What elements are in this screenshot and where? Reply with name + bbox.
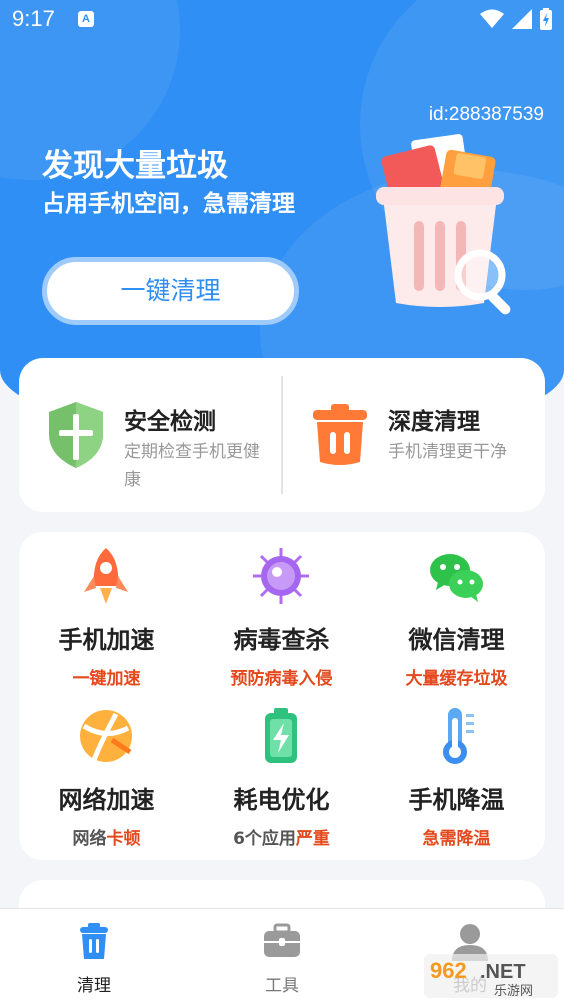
tool-name: 病毒查杀 xyxy=(233,626,330,654)
tool-phone-cooling[interactable]: 手机降温 急需降温 xyxy=(369,692,544,852)
status-bar: 9:17 A xyxy=(0,0,564,40)
trash-icon xyxy=(313,404,367,465)
tool-subtitle: 急需降温 xyxy=(422,829,491,849)
feature-desc: 手机清理更干净 xyxy=(388,442,507,462)
svg-text:.NET: .NET xyxy=(480,961,526,983)
page-title: 发现大量垃圾 xyxy=(42,148,228,184)
tool-name: 微信清理 xyxy=(408,626,505,654)
tool-name: 手机降温 xyxy=(408,786,505,814)
status-icons xyxy=(480,8,552,30)
battery-status-icon xyxy=(540,8,552,30)
notification-icon: A xyxy=(78,11,94,27)
rocket-icon xyxy=(84,548,128,604)
one-click-clean-button[interactable]: 一键清理 xyxy=(42,257,299,325)
tool-network-boost[interactable]: 网络加速 网络卡顿 xyxy=(19,692,194,852)
tool-wechat-clean[interactable]: 微信清理 大量缓存垃圾 xyxy=(369,532,544,692)
tool-name: 网络加速 xyxy=(58,786,155,814)
tool-virus-scan[interactable]: 病毒查杀 预防病毒入侵 xyxy=(194,532,369,692)
network-icon xyxy=(80,710,132,762)
security-check-item[interactable]: 安全检测 定期检查手机更健康 xyxy=(19,358,281,512)
wechat-icon xyxy=(430,554,483,602)
toolbox-icon xyxy=(264,923,300,957)
feature-title: 深度清理 xyxy=(388,409,480,435)
page-subtitle: 占用手机空间，急需清理 xyxy=(42,191,295,217)
svg-text:乐游网: 乐游网 xyxy=(494,984,533,999)
tool-subtitle: 大量缓存垃圾 xyxy=(405,669,508,689)
feature-card: 安全检测 定期检查手机更健康 深度清理 手机清理更干净 xyxy=(19,358,545,512)
clean-bin-icon xyxy=(80,923,108,959)
shield-icon xyxy=(49,402,103,468)
trash-bin-illustration xyxy=(376,134,511,315)
tool-subtitle: 预防病毒入侵 xyxy=(230,669,333,689)
battery-icon xyxy=(265,708,297,763)
watermark-logo: 962 .NET 乐游网 xyxy=(424,954,558,999)
thermometer-icon xyxy=(443,708,474,764)
nav-clean[interactable]: 清理 xyxy=(0,909,188,1004)
virus-icon xyxy=(253,548,309,604)
tool-subtitle: 6个应用严重 xyxy=(233,829,330,849)
feature-desc: 定期检查手机更健康 xyxy=(124,442,260,490)
feature-title: 安全检测 xyxy=(124,409,216,435)
tool-name: 耗电优化 xyxy=(233,786,330,814)
user-id: id:288387539 xyxy=(428,104,544,125)
nav-tools[interactable]: 工具 xyxy=(188,909,376,1004)
svg-text:962: 962 xyxy=(430,958,467,983)
tools-card: 手机加速 一键加速 病毒查杀 预防病毒入侵 微信清理 大量缓存垃圾 网络加速 网… xyxy=(19,532,545,860)
nav-label: 清理 xyxy=(77,976,111,996)
tool-subtitle: 网络卡顿 xyxy=(72,829,141,849)
wifi-icon xyxy=(480,9,504,28)
deep-clean-item[interactable]: 深度清理 手机清理更干净 xyxy=(283,358,545,512)
status-time: 9:17 xyxy=(12,6,55,31)
tool-phone-boost[interactable]: 手机加速 一键加速 xyxy=(19,532,194,692)
nav-label: 工具 xyxy=(265,976,299,996)
tool-subtitle: 一键加速 xyxy=(72,669,141,689)
tool-battery-optimize[interactable]: 耗电优化 6个应用严重 xyxy=(194,692,369,852)
signal-icon xyxy=(512,9,532,29)
tool-name: 手机加速 xyxy=(58,626,155,654)
